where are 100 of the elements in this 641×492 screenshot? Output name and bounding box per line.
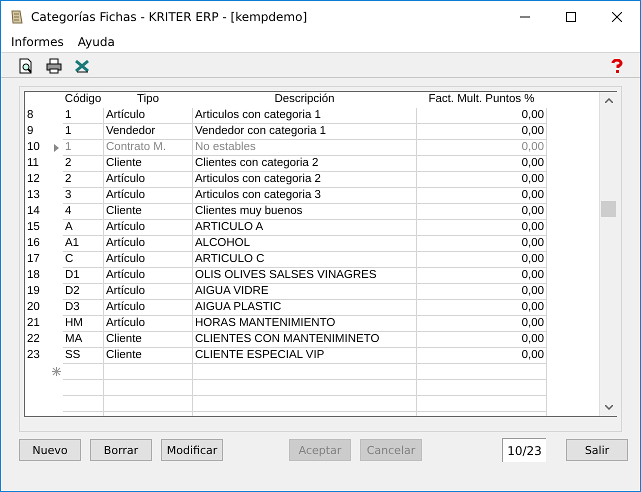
- table-cell: 0,00: [417, 220, 547, 236]
- table-cell: Cliente: [104, 332, 193, 348]
- table-cell: Artículo: [104, 220, 193, 236]
- excel-button[interactable]: [73, 57, 91, 75]
- action-button[interactable]: Borrar: [90, 439, 152, 461]
- action-button[interactable]: Nuevo: [19, 439, 81, 461]
- table-cell: HORAS MANTENIMIENTO: [193, 316, 417, 332]
- table-cell: 2: [63, 156, 104, 172]
- table-cell: 0,00: [417, 316, 547, 332]
- row-number: 14: [27, 205, 40, 217]
- table-cell: 0,00: [417, 188, 547, 204]
- table-cell: 2: [63, 172, 104, 188]
- menu-item[interactable]: Ayuda: [72, 35, 121, 49]
- table-cell: Artículo: [104, 108, 193, 124]
- row-number: 13: [27, 189, 40, 201]
- row-number: 10: [27, 141, 40, 153]
- table-cell: Artículo: [104, 172, 193, 188]
- table-cell: SS: [63, 348, 104, 364]
- table-cell: CLIENTE ESPECIAL VIP: [193, 348, 417, 364]
- table-cell: ARTICULO A: [193, 220, 417, 236]
- row-number: 17: [27, 253, 40, 265]
- menu-item[interactable]: Informes: [5, 35, 70, 49]
- table-cell: 0,00: [417, 284, 547, 300]
- table-cell: Artículo: [104, 300, 193, 316]
- table-cell: A1: [63, 236, 104, 252]
- table-cell: Artículo: [104, 236, 193, 252]
- print-button[interactable]: [45, 57, 63, 75]
- table-cell: D1: [63, 268, 104, 284]
- row-number: 21: [27, 317, 40, 329]
- table-cell: Artículo: [104, 316, 193, 332]
- row-number: 12: [27, 173, 40, 185]
- table-cell: 0,00: [417, 236, 547, 252]
- table-cell: Artículo: [104, 284, 193, 300]
- table-cell: Articulos con categoria 1: [193, 108, 417, 124]
- notepad-icon: [9, 8, 25, 24]
- table-cell: No estables: [193, 140, 417, 156]
- table-cell: D3: [63, 300, 104, 316]
- window-title: Categorías Fichas - KRITER ERP - [kempdemo]: [31, 10, 308, 24]
- table-cell: 0,00: [417, 268, 547, 284]
- table-cell: HM: [63, 316, 104, 332]
- column-header: Tipo: [136, 92, 160, 107]
- table-cell: D2: [63, 284, 104, 300]
- record-counter: 10/23: [502, 438, 546, 462]
- table-cell: AIGUA PLASTIC: [193, 300, 417, 316]
- empty-cell: [63, 380, 104, 396]
- table-cell: Contrato M.: [104, 140, 193, 156]
- table-cell: 0,00: [417, 204, 547, 220]
- table-cell: Articulos con categoria 3: [193, 188, 417, 204]
- table-cell: MA: [63, 332, 104, 348]
- table-cell: ARTICULO C: [193, 252, 417, 268]
- table-cell: 0,00: [417, 124, 547, 140]
- table-cell: Clientes muy buenos: [193, 204, 417, 220]
- action-button[interactable]: Modificar: [161, 439, 223, 461]
- table-cell: OLIS OLIVES SALSES VINAGRES: [193, 268, 417, 284]
- exit-button[interactable]: Salir: [566, 439, 628, 461]
- row-number: 16: [27, 237, 40, 249]
- table-cell: Vendedor: [104, 124, 193, 140]
- table-cell: 0,00: [417, 348, 547, 364]
- table-cell: A: [63, 220, 104, 236]
- row-number: 23: [27, 349, 40, 361]
- table-cell: Vendedor con categoria 1: [193, 124, 417, 140]
- table-cell: 3: [63, 188, 104, 204]
- column-header: Fact. Mult. Puntos %: [427, 92, 536, 107]
- table-cell: 0,00: [417, 108, 547, 124]
- table-cell: Artículo: [104, 268, 193, 284]
- row-number: 11: [27, 157, 39, 169]
- table-cell: Cliente: [104, 156, 193, 172]
- table-cell: 0,00: [417, 156, 547, 172]
- scroll-thumb[interactable]: [601, 201, 616, 217]
- column-header: Descripción: [273, 92, 336, 107]
- scroll-down-icon[interactable]: [604, 405, 612, 410]
- table-cell: 4: [63, 204, 104, 220]
- row-number: 18: [27, 269, 40, 281]
- table-cell: 1: [63, 108, 104, 124]
- row-number: 15: [27, 221, 40, 233]
- table-cell: Artículo: [104, 252, 193, 268]
- table-cell: Cliente: [104, 204, 193, 220]
- new-row-icon: [52, 367, 60, 376]
- table-cell: 0,00: [417, 140, 547, 156]
- table-cell: CLIENTES CON MANTENIMINETO: [193, 332, 417, 348]
- table-cell: 0,00: [417, 332, 547, 348]
- table-cell: 1: [63, 124, 104, 140]
- row-number: 22: [27, 333, 40, 345]
- row-number: 20: [27, 301, 40, 313]
- maximize-icon[interactable]: [566, 12, 576, 22]
- empty-cell: [63, 364, 104, 380]
- table-cell: AIGUA VIDRE: [193, 284, 417, 300]
- table-cell: Cliente: [104, 348, 193, 364]
- empty-cell: [63, 396, 104, 412]
- row-number: 8: [27, 109, 34, 121]
- table-cell: Clientes con categoria 2: [193, 156, 417, 172]
- close-icon[interactable]: [612, 12, 622, 22]
- table-cell: 0,00: [417, 300, 547, 316]
- row-number: 19: [27, 285, 40, 297]
- row-number: 9: [27, 125, 34, 137]
- scroll-up-icon[interactable]: [604, 98, 612, 103]
- table-cell: C: [63, 252, 104, 268]
- table-cell: Artículo: [104, 188, 193, 204]
- column-header: Código: [64, 92, 102, 107]
- table-cell: Articulos con categoria 2: [193, 172, 417, 188]
